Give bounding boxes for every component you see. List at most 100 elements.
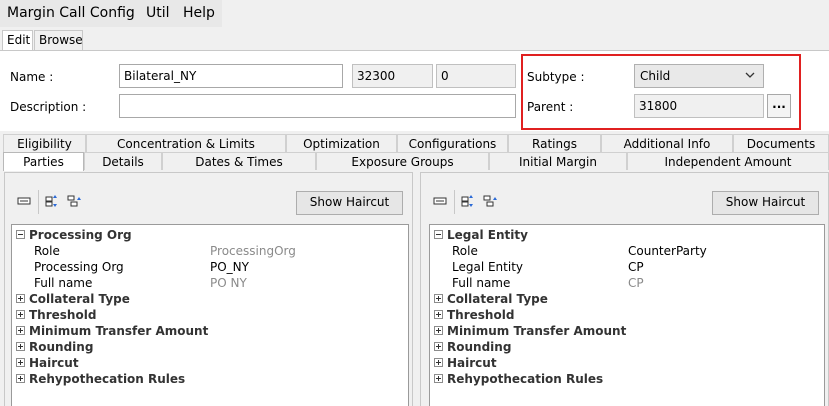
expand-icon[interactable] [16,374,25,383]
tab-parties[interactable]: Parties [3,152,84,171]
expand-icon[interactable] [16,342,25,351]
field-value: PO NY [210,276,247,290]
id-field: 32300 [352,64,433,88]
expand-icon[interactable] [16,326,25,335]
tree-section[interactable]: Threshold [12,307,408,323]
description-label: Description : [10,100,87,114]
tree-field-row: Legal Entity CP [430,259,824,275]
tree-section-label: Rounding [29,340,94,354]
tree-section[interactable]: Haircut [430,355,824,371]
tree-section-label: Rehypothecation Rules [447,372,604,386]
field-key: Role [452,244,478,258]
tree-section[interactable]: Minimum Transfer Amount [12,323,408,339]
field-value[interactable]: CounterParty [628,243,707,259]
field-key: Processing Org [34,260,124,274]
tab-row-2: Parties Details Dates & Times Exposure G… [0,152,829,171]
field-value: CP [628,276,644,290]
menu-bar: Margin Call Config Util Help [0,0,829,27]
expand-icon[interactable] [16,358,25,367]
tab-row-1: Eligibility Concentration & Limits Optim… [0,134,829,152]
legal-entity-panel: Show Haircut Legal Entity Role CounterPart… [420,172,829,406]
tree-section-label: Collateral Type [447,292,548,306]
menu-margin-call-config[interactable]: Margin Call Config [7,5,135,21]
tab-initial-margin[interactable]: Initial Margin [489,152,627,170]
show-haircut-button[interactable]: Show Haircut [296,191,403,215]
expand-icon[interactable] [16,310,25,319]
tree-section-label: Rehypothecation Rules [29,372,186,386]
name-label: Name : [10,70,54,84]
tree-section[interactable]: Collateral Type [12,291,408,307]
tree-section-label: Rounding [447,340,512,354]
tree-section[interactable]: Rounding [12,339,408,355]
collapse-all-icon[interactable] [67,194,81,208]
field-key: Legal Entity [452,260,524,274]
tree-section-label: Haircut [29,356,79,370]
tree-section-label: Legal Entity [447,228,528,242]
name-field[interactable]: Bilateral_NY [119,64,343,88]
table-view-icon[interactable] [17,194,31,208]
field-value[interactable]: PO_NY [210,259,249,275]
tab-browse[interactable]: Browse [34,30,83,50]
field-key: Full name [34,276,93,290]
tab-ratings[interactable]: Ratings [508,134,601,152]
tab-concentration-limits[interactable]: Concentration & Limits [86,134,286,152]
tree-section[interactable]: Legal Entity [430,227,824,243]
tab-dates-times[interactable]: Dates & Times [162,152,316,170]
expand-all-icon[interactable] [45,194,59,208]
highlight-box [521,54,801,130]
tree-section[interactable]: Threshold [430,307,824,323]
tree-field-row: Full name PO NY [12,275,408,291]
tree-section-label: Collateral Type [29,292,130,306]
menu-help[interactable]: Help [183,5,215,21]
description-field[interactable] [119,94,516,118]
tab-documents[interactable]: Documents [733,134,829,152]
tree-section[interactable]: Rehypothecation Rules [12,371,408,387]
collapse-icon[interactable] [434,230,443,239]
tree-field-row: Role CounterParty [430,243,824,259]
tab-details[interactable]: Details [84,152,162,170]
tree-section[interactable]: Minimum Transfer Amount [430,323,824,339]
tree-section-label: Threshold [447,308,515,322]
expand-all-icon[interactable] [461,194,475,208]
tab-optimization[interactable]: Optimization [286,134,397,152]
tree-section-label: Minimum Transfer Amount [29,324,209,338]
table-view-icon[interactable] [433,194,447,208]
tree-section[interactable]: Rounding [430,339,824,355]
version-field: 0 [436,64,516,88]
tab-exposure-groups[interactable]: Exposure Groups [316,152,489,170]
expand-icon[interactable] [434,342,443,351]
tree-field-row: Processing Org PO_NY [12,259,408,275]
tab-additional-info[interactable]: Additional Info [601,134,733,152]
tree-section-label: Threshold [29,308,97,322]
expand-icon[interactable] [434,326,443,335]
tree-section-label: Processing Org [29,228,132,242]
expand-icon[interactable] [16,294,25,303]
tree-section[interactable]: Processing Org [12,227,408,243]
menu-util[interactable]: Util [146,5,170,21]
field-value[interactable]: CP [628,259,644,275]
processing-org-tree: Processing Org Role ProcessingOrg Processin… [11,224,409,406]
show-haircut-button[interactable]: Show Haircut [712,191,819,215]
expand-icon[interactable] [434,358,443,367]
tree-section[interactable]: Haircut [12,355,408,371]
tree-section[interactable]: Rehypothecation Rules [430,371,824,387]
toolbar-separator [454,190,455,214]
expand-icon[interactable] [434,294,443,303]
legal-entity-tree: Legal Entity Role CounterParty Legal Entity… [429,224,825,406]
tab-independent-amount[interactable]: Independent Amount [627,152,829,170]
collapse-icon[interactable] [16,230,25,239]
tree-section-label: Minimum Transfer Amount [447,324,627,338]
tree-section-label: Haircut [447,356,497,370]
collapse-all-icon[interactable] [483,194,497,208]
processing-org-panel: Show Haircut Processing Org Role Processin… [4,172,413,406]
tab-edit[interactable]: Edit [2,30,33,51]
tree-field-row: Full name CP [430,275,824,291]
expand-icon[interactable] [434,310,443,319]
tab-eligibility[interactable]: Eligibility [3,134,86,152]
tab-configurations[interactable]: Configurations [397,134,508,152]
tree-field-row: Role ProcessingOrg [12,243,408,259]
field-value: ProcessingOrg [210,244,296,258]
expand-icon[interactable] [434,374,443,383]
tree-section[interactable]: Collateral Type [430,291,824,307]
field-key: Role [34,244,60,258]
